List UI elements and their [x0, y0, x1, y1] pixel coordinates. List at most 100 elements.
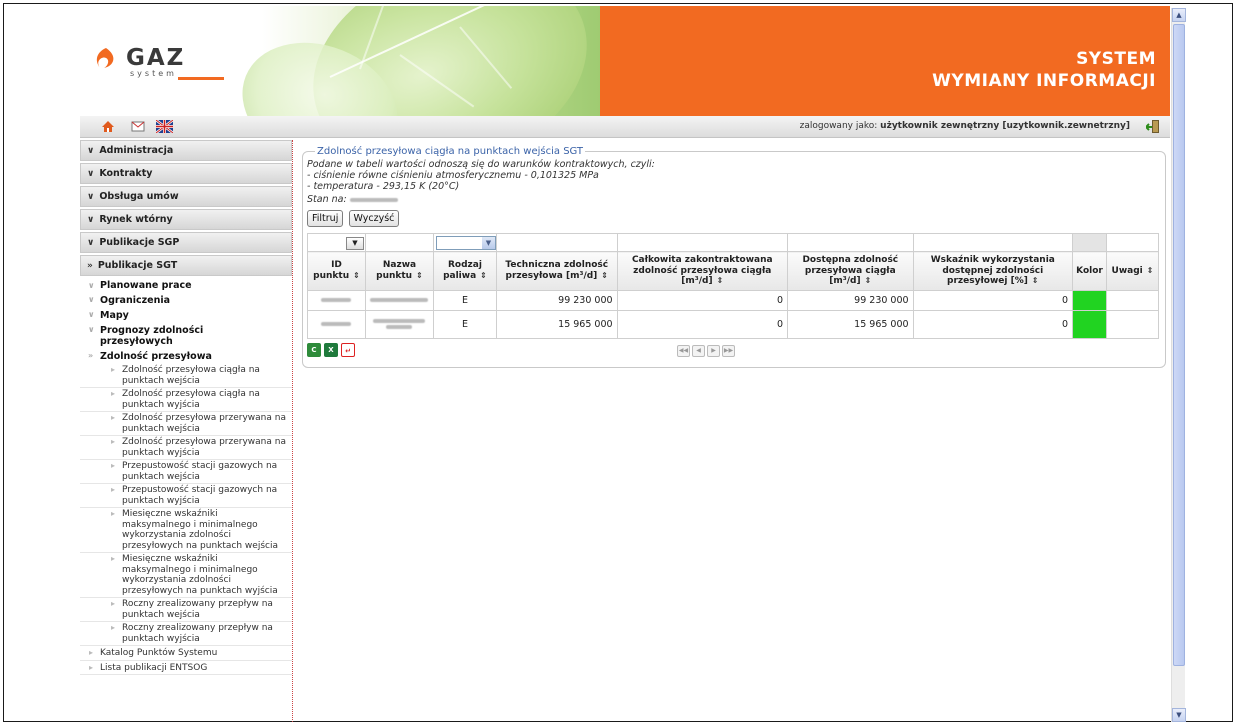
sidebar-link-stacje-wyjscia[interactable]: ▸ Przepustowość stacji gazowych na punkta…	[80, 484, 292, 508]
chevron-down-icon: ∨	[88, 325, 95, 334]
sidebar-link-przeplyw-wejscia[interactable]: ▸ Roczny zrealizowany przepływ na punktac…	[80, 598, 292, 622]
conditions-note-line1: Podane w tabeli wartości odnoszą się do …	[307, 159, 655, 170]
sidebar-link-przerywana-wejscia[interactable]: ▸ Zdolność przesyłowa przerywana na punkt…	[80, 412, 292, 436]
gaz-system-logo[interactable]: GAZ system	[92, 44, 224, 84]
col-header-available[interactable]: Dostępna zdolność przesyłowa ciągła [m³/…	[787, 251, 914, 291]
col-header-ratio[interactable]: Wskaźnik wykorzystania dostępnej zdolnoś…	[912, 251, 1074, 291]
col-header-fuel[interactable]: Rodzaj paliwa ⇕	[432, 251, 497, 291]
home-icon[interactable]	[101, 120, 115, 133]
sort-icon: ⇕	[416, 270, 423, 280]
fuel-filter-select[interactable]: ▼	[435, 236, 496, 250]
logout-icon[interactable]	[1146, 119, 1160, 134]
expand-chevron-icon: ∨	[87, 146, 95, 156]
logo-subtitle: system	[130, 69, 177, 78]
sidebar-section-rynek-wtorny[interactable]: ∨ Rynek wtórny	[80, 209, 292, 230]
sidebar-link-label: Roczny zrealizowany przepływ na punktach…	[122, 599, 273, 620]
sidebar-section-publikacje-sgt[interactable]: » Publikacje SGT	[80, 255, 292, 276]
sidebar-item-label: Prognozy zdolności przesyłowych	[100, 325, 204, 347]
column-title: Rodzaj paliwa	[443, 260, 482, 281]
scroll-down-icon[interactable]: ▼	[1172, 708, 1186, 722]
first-page-icon[interactable]: ◀◀	[677, 344, 690, 357]
sort-icon: ⇕	[1031, 276, 1039, 285]
sidebar-link-stacje-wejscia[interactable]: ▸ Przepustowość stacji gazowych na punkta…	[80, 460, 292, 484]
expand-chevron-icon: ∨	[87, 215, 95, 225]
capacity-table: ▼ ▼ ID punktu ⇕ Nazwa punktu ⇕ Rodzaj pali…	[307, 233, 1160, 339]
sidebar-link-entsog[interactable]: ▸ Lista publikacji ENTSOG	[80, 661, 292, 675]
col-header-contracted[interactable]: Całkowita zakontraktowana zdolność przes…	[616, 251, 789, 291]
chevron-down-icon: ▼	[481, 237, 495, 249]
sidebar-link-katalog-punktow[interactable]: ▸ Katalog Punktów Systemu	[80, 646, 292, 661]
bullet-arrow-icon: ▸	[111, 389, 116, 398]
col-header-technical[interactable]: Techniczna zdolność przesyłowa [m³/d] ⇕	[495, 251, 618, 291]
table-header-row: ID punktu ⇕ Nazwa punktu ⇕ Rodzaj paliwa ⇕ …	[307, 251, 1160, 291]
col-header-notes[interactable]: Uwagi ⇕	[1105, 251, 1160, 291]
sidebar-link-wskazniki-wyjscia[interactable]: ▸ Miesięczne wskaźniki maksymalnego i min…	[80, 553, 292, 598]
fuel-filter-cell: ▼	[432, 233, 497, 252]
scrollbar-thumb[interactable]	[1173, 24, 1185, 666]
redacted-id	[321, 322, 352, 326]
col-header-name[interactable]: Nazwa punktu ⇕	[364, 251, 434, 291]
excel-export-icon[interactable]: X	[324, 342, 338, 357]
sidebar-link-ciagla-wyjscia[interactable]: ▸ Zdolność przesyłowa ciągła na punktach …	[80, 388, 292, 412]
logo-flame-icon	[96, 48, 114, 68]
table-filter-row: ▼ ▼	[307, 233, 1160, 252]
last-page-icon[interactable]: ▶▶	[722, 344, 735, 357]
redacted-id	[321, 298, 352, 302]
mail-icon[interactable]	[131, 120, 145, 133]
sidebar-section-kontrakty[interactable]: ∨ Kontrakty	[80, 163, 292, 184]
sidebar-link-przeplyw-wyjscia[interactable]: ▸ Roczny zrealizowany przepływ na punktac…	[80, 622, 292, 646]
col-header-id[interactable]: ID punktu ⇕	[307, 251, 366, 291]
panel-title: Zdolność przesyłowa ciągła na punktach w…	[317, 146, 584, 157]
logo-word: GAZ	[126, 45, 186, 71]
sidebar-link-label: Roczny zrealizowany przepływ na punktach…	[122, 623, 273, 644]
table-row[interactable]: E 15 965 000 0 15 965 000 0	[307, 309, 1160, 339]
capacity-panel: Zdolność przesyłowa ciągła na punktach w…	[302, 146, 1166, 368]
id-filter-dropdown[interactable]: ▼	[346, 236, 364, 250]
cell-fuel: E	[432, 309, 497, 339]
redacted-name	[373, 319, 426, 323]
filter-buttons: Filtruj Wyczyść	[307, 210, 1159, 227]
table-row[interactable]: E 99 230 000 0 99 230 000 0	[307, 289, 1160, 311]
sidebar-section-administracja[interactable]: ∨ Administracja	[80, 140, 292, 161]
sidebar-item-prognozy[interactable]: ∨ Prognozy zdolności przesyłowych	[80, 323, 292, 349]
uk-flag-icon[interactable]	[156, 120, 173, 133]
sidebar-section-label: Obsługa umów	[99, 191, 179, 202]
sidebar-item-zdolnosc-przesylowa[interactable]: » Zdolność przesyłowa	[80, 349, 292, 364]
vertical-scrollbar[interactable]: ▲ ▼	[1171, 8, 1186, 722]
cell-notes	[1105, 309, 1160, 339]
next-page-icon[interactable]: ▶	[707, 344, 720, 357]
redacted-name	[370, 298, 429, 302]
cell-technical: 15 965 000	[495, 309, 618, 339]
sidebar-link-ciagla-wejscia[interactable]: ▸ Zdolność przesyłowa ciągła na punktach …	[80, 364, 292, 388]
column-title: Uwagi	[1111, 265, 1143, 276]
prev-page-icon[interactable]: ◀	[692, 344, 705, 357]
sort-icon: ⇕	[480, 270, 487, 280]
sidebar-item-mapy[interactable]: ∨ Mapy	[80, 308, 292, 323]
filter-button[interactable]: Filtruj	[307, 210, 344, 227]
table-footer: C X ↵ ◀◀ ◀ ▶ ▶▶	[307, 342, 1159, 359]
cell-technical: 99 230 000	[495, 289, 618, 311]
login-user: użytkownik zewnętrzny [uzytkownik.zewnet…	[880, 121, 1130, 131]
header-orange-panel: SYSTEM WYMIANY INFORMACJI	[600, 6, 1170, 116]
sort-icon: ⇕	[1146, 265, 1154, 275]
sidebar-section-obsluga-umow[interactable]: ∨ Obsługa umów	[80, 186, 292, 207]
csv-export-icon[interactable]: C	[307, 342, 321, 357]
sidebar-item-label: Planowane prace	[100, 280, 192, 291]
sidebar-item-planowane-prace[interactable]: ∨ Planowane prace	[80, 276, 292, 293]
sidebar-section-publikacje-sgp[interactable]: ∨ Publikacje SGP	[80, 232, 292, 253]
sidebar-link-przerywana-wyjscia[interactable]: ▸ Zdolność przesyłowa przerywana na punkt…	[80, 436, 292, 460]
conditions-note-line3: - temperatura - 293,15 K (20°C)	[307, 181, 460, 192]
sidebar-item-ograniczenia[interactable]: ∨ Ograniczenia	[80, 293, 292, 308]
col-header-color[interactable]: Kolor	[1072, 251, 1107, 291]
sidebar-section-label: Administracja	[99, 145, 174, 156]
clear-button[interactable]: Wyczyść	[348, 210, 400, 227]
header-banner: SYSTEM WYMIANY INFORMACJI GAZ system	[80, 6, 1170, 116]
sidebar-link-label: Zdolność przesyłowa ciągła na punktach w…	[122, 389, 260, 410]
sidebar-link-label: Zdolność przesyłowa ciągła na punktach w…	[122, 365, 260, 386]
pdf-export-icon[interactable]: ↵	[341, 342, 355, 357]
scroll-up-icon[interactable]: ▲	[1172, 8, 1186, 22]
login-prefix: zalogowany jako:	[799, 121, 878, 131]
sidebar-link-wskazniki-wejscia[interactable]: ▸ Miesięczne wskaźniki maksymalnego i min…	[80, 508, 292, 553]
cell-name	[364, 309, 434, 339]
filter-cell	[1072, 233, 1107, 252]
